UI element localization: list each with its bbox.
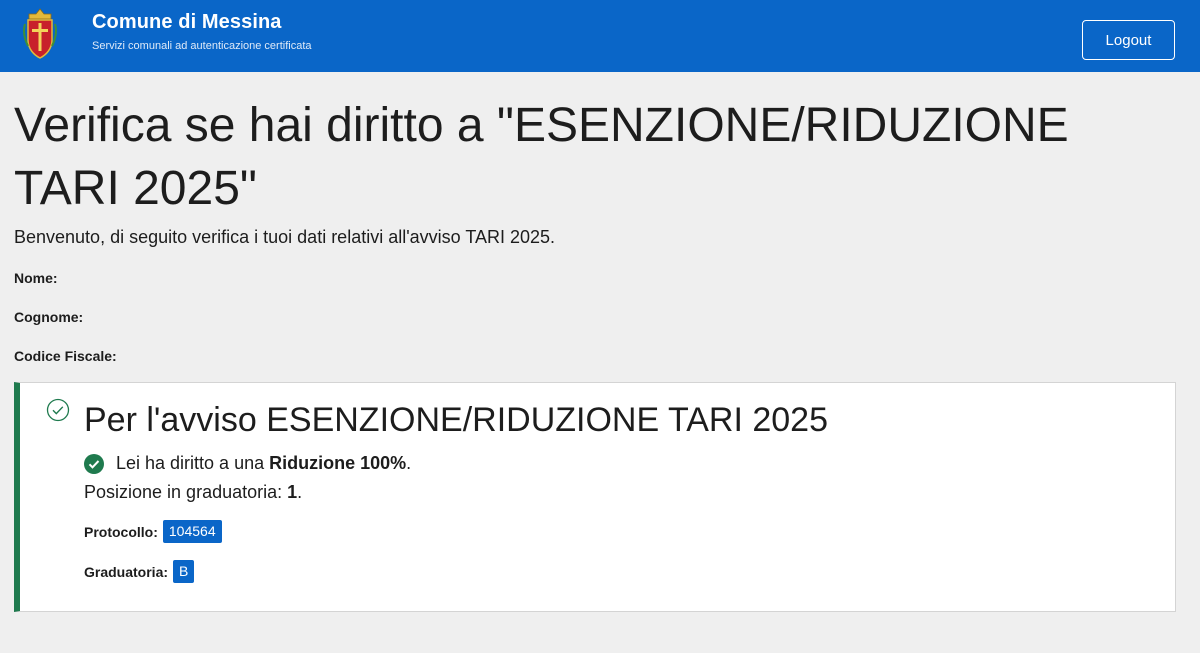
cognome-field: Cognome: (14, 309, 83, 325)
logout-button[interactable]: Logout (1082, 20, 1175, 60)
result-card: Per l'avviso ESENZIONE/RIDUZIONE TARI 20… (14, 382, 1176, 612)
eligibility-suffix: . (406, 453, 412, 473)
page-title: Verifica se hai diritto a "ESENZIONE/RID… (14, 99, 1069, 215)
check-circle-filled-icon (84, 453, 104, 474)
intro-text: Benvenuto, di seguito verifica i tuoi da… (14, 227, 556, 247)
protocol-line: Protocollo: 104564 (84, 520, 222, 543)
municipality-subtitle: Servizi comunali ad autenticazione certi… (92, 40, 312, 52)
top-header-bar: Comune di Messina Servizi comunali ad au… (0, 0, 1200, 72)
ranking-badge: B (173, 560, 195, 583)
eligibility-value: Riduzione 100% (269, 453, 407, 473)
protocol-badge: 104564 (162, 520, 222, 543)
codice-fiscale-label: Codice Fiscale: (14, 348, 117, 364)
ranking-line: Graduatoria: B (84, 560, 195, 583)
eligibility-prefix: Lei ha diritto a una (116, 453, 270, 473)
rank-prefix: Posizione in graduatoria: (84, 482, 288, 502)
cognome-label: Cognome: (14, 309, 84, 325)
nome-field: Nome: (14, 270, 58, 286)
municipality-title: Comune di Messina (92, 11, 282, 33)
result-title: Per l'avviso ESENZIONE/RIDUZIONE TARI 20… (84, 401, 828, 439)
protocol-label: Protocollo: (84, 523, 158, 540)
ranking-label: Graduatoria: (84, 563, 169, 580)
eligibility-line: Lei ha diritto a una Riduzione 100%. (84, 453, 411, 474)
rank-value: 1 (287, 482, 298, 502)
nome-label: Nome: (14, 270, 58, 286)
crest-icon (23, 8, 57, 59)
rank-line: Posizione in graduatoria: 1. (84, 482, 302, 503)
rank-suffix: . (297, 482, 303, 502)
check-circle-outline-icon (46, 398, 70, 422)
codice-fiscale-field: Codice Fiscale: (14, 348, 117, 364)
